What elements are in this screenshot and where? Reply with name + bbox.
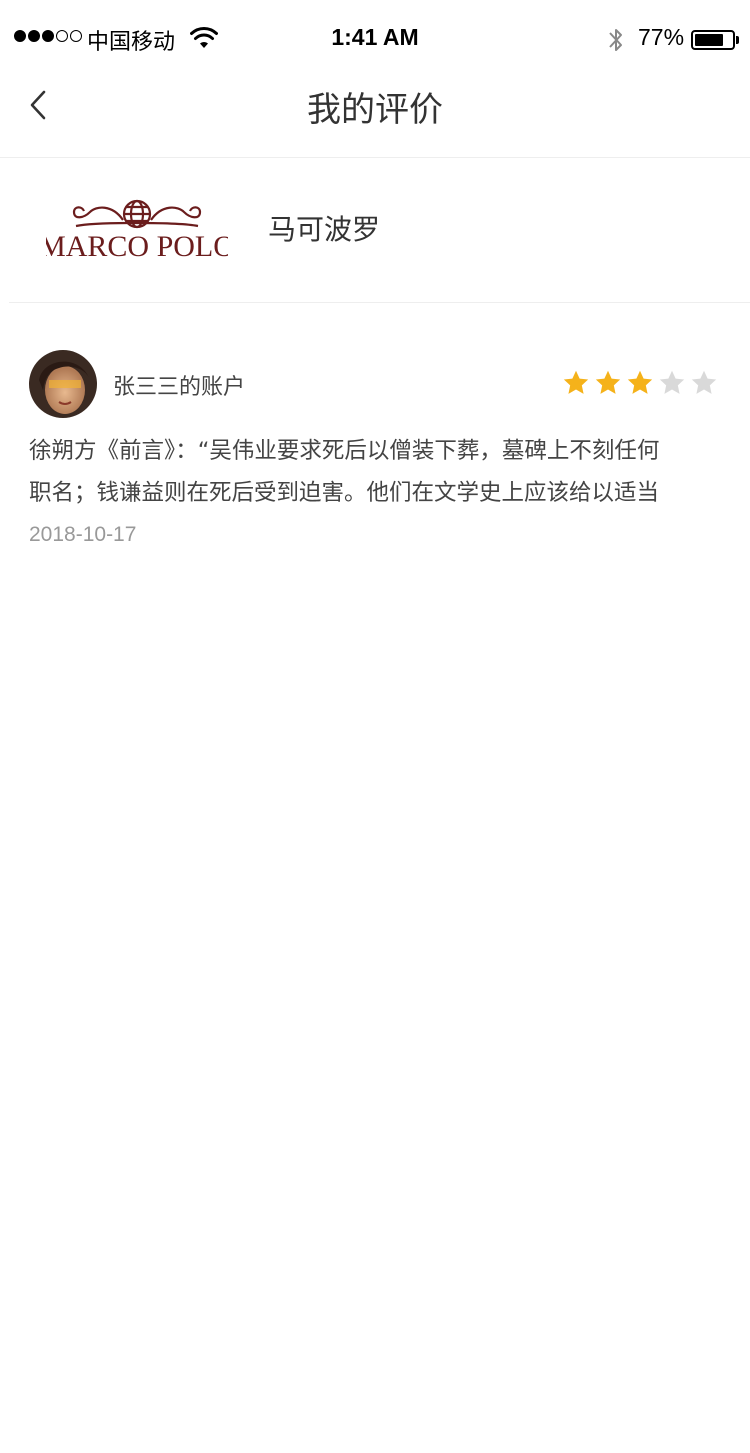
review-text: 徐朔方《前言》：“吴伟业要求死后以僧装下葬，墓碑上不刻任何 职名；钱谦益则在死后… <box>29 430 729 514</box>
battery-tip <box>736 36 739 44</box>
star-icon <box>691 370 717 394</box>
star-icon <box>659 370 685 394</box>
battery-icon <box>691 30 735 50</box>
store-logo: MARCO POLO <box>46 199 228 263</box>
star-icon <box>627 370 653 394</box>
divider <box>9 302 750 303</box>
review-text-line: 职名；钱谦益则在死后受到迫害。他们在文学史上应该给以适当 <box>29 480 660 506</box>
battery-percentage: 77% <box>638 24 685 50</box>
page-title: 我的评价 <box>307 90 443 130</box>
store-name: 马可波罗 <box>268 213 381 246</box>
review-text-line: 徐朔方《前言》：“吴伟业要求死后以僧装下葬，墓碑上不刻任何 <box>29 438 660 464</box>
svg-text:MARCO POLO: MARCO POLO <box>46 230 228 263</box>
status-bar: 中国移动 1:41 AM 77% <box>0 0 750 78</box>
nav-bar: 我的评价 <box>0 78 750 158</box>
star-icon <box>595 370 621 394</box>
review-date: 2018-10-17 <box>29 523 137 546</box>
store-header[interactable]: MARCO POLO 马可波罗 <box>0 158 750 303</box>
reviewer-name: 张三三的账户 <box>113 375 246 400</box>
bluetooth-icon <box>609 29 622 51</box>
avatar[interactable] <box>29 350 97 418</box>
star-icon <box>563 370 589 394</box>
rating-stars <box>562 369 718 397</box>
